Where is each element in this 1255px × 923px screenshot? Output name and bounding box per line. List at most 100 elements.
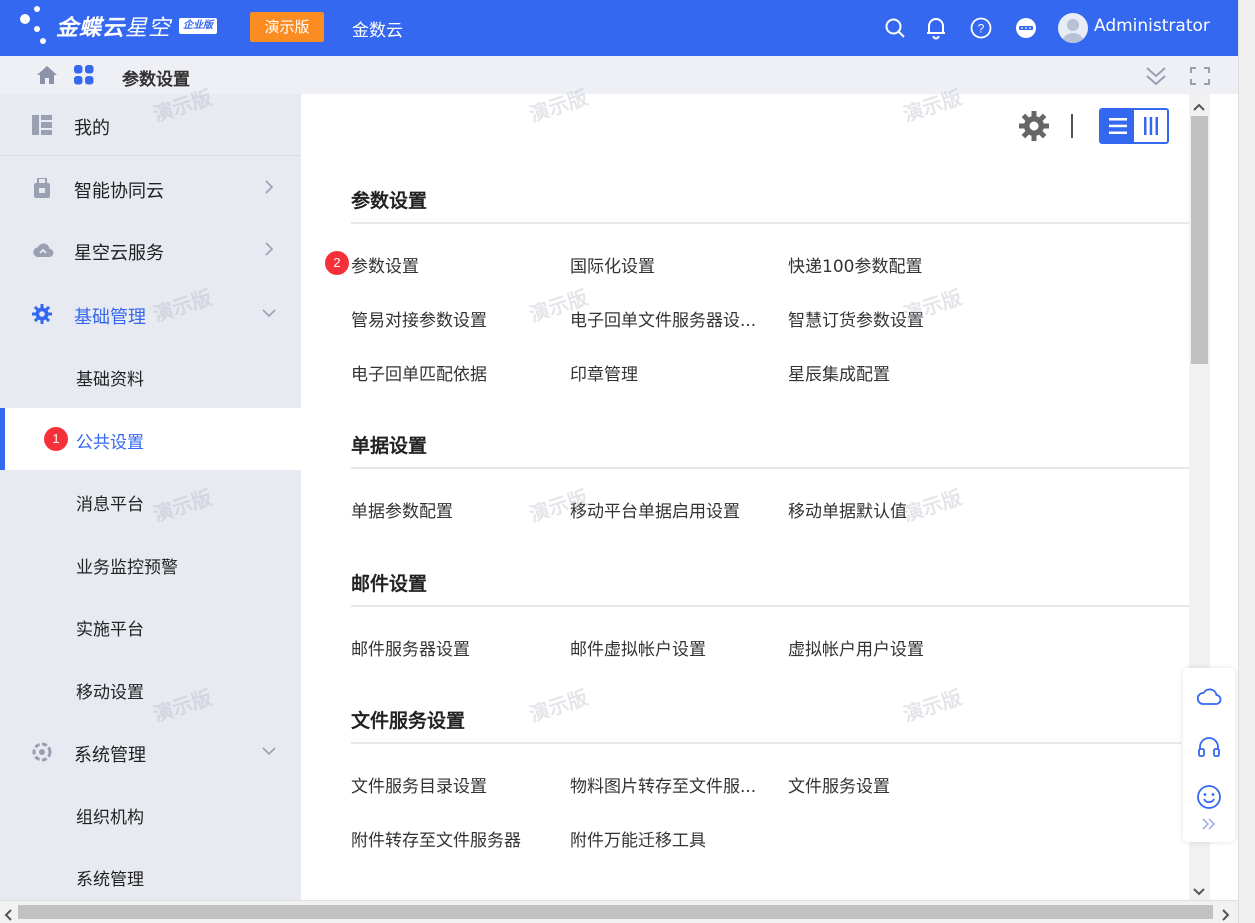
user-name[interactable]: Administrator [1094, 16, 1210, 36]
more-icon[interactable] [1014, 14, 1038, 42]
step-marker: 1 [44, 427, 68, 451]
chevron-right-icon [262, 241, 276, 256]
scroll-down-icon[interactable] [1193, 882, 1205, 901]
sidebar-item-label: 我的 [74, 118, 110, 139]
link-file-dir-settings[interactable]: 文件服务目录设置 [351, 772, 487, 797]
sidebar-item-basic-management[interactable]: 基础管理 [0, 283, 301, 345]
link-attachment-transfer[interactable]: 附件转存至文件服务器 [351, 826, 521, 851]
floating-toolbar [1183, 668, 1235, 842]
sidebar-item-public-settings[interactable]: 1 公共设置 [0, 408, 301, 470]
sidebar-item-business-monitor[interactable]: 业务监控预警 [0, 533, 301, 595]
sidebar-item-label: 移动设置 [76, 683, 144, 703]
section-divider [351, 467, 1189, 469]
link-mobile-bill-enable[interactable]: 移动平台单据启用设置 [570, 497, 740, 522]
expand-icon[interactable] [1201, 816, 1217, 832]
brand-name: 金蝶云星空 [56, 16, 172, 41]
jinshuyun-link[interactable]: 金数云 [352, 16, 403, 41]
link-ereceipt-match[interactable]: 电子回单匹配依据 [351, 360, 487, 385]
link-xingchen-config[interactable]: 星辰集成配置 [788, 360, 890, 385]
sidebar-item-label: 星空云服务 [74, 243, 164, 264]
horizontal-scrollbar[interactable] [0, 900, 1238, 923]
sidebar-item-label: 实施平台 [76, 620, 144, 640]
link-param-settings[interactable]: 参数设置 [351, 252, 419, 277]
sidebar-item-collab-cloud[interactable]: 智能协同云 [0, 157, 301, 219]
section-title: 文件服务设置 [351, 710, 466, 732]
link-ereceipt-server[interactable]: 电子回单文件服务器设... [570, 306, 756, 331]
headset-icon[interactable] [1196, 734, 1222, 760]
sidebar-item-cloud-service[interactable]: 星空云服务 [0, 219, 301, 281]
logo[interactable]: 金蝶云星空 企业版 [18, 4, 218, 48]
sidebar-item-organization[interactable]: 组织机构 [0, 783, 301, 845]
sidebar-item-mobile-settings[interactable]: 移动设置 [0, 658, 301, 720]
sidebar-item-system-management[interactable]: 系统管理 [0, 721, 301, 783]
fullscreen-icon[interactable] [1189, 66, 1211, 86]
demo-badge: 演示版 [250, 12, 324, 42]
scroll-up-icon[interactable] [1193, 97, 1205, 116]
settings-gear-icon[interactable] [1018, 110, 1050, 142]
toolbar-divider [1071, 114, 1073, 138]
link-mail-server[interactable]: 邮件服务器设置 [351, 635, 470, 660]
section-divider [351, 742, 1181, 744]
scroll-right-icon[interactable] [1222, 906, 1230, 923]
column-view-icon[interactable] [1134, 110, 1167, 142]
sidebar-item-label: 业务监控预警 [76, 558, 178, 578]
sidebar-item-message-platform[interactable]: 消息平台 [0, 470, 301, 532]
avatar[interactable] [1058, 13, 1088, 43]
gear-icon [32, 304, 52, 324]
search-icon[interactable] [883, 14, 907, 42]
link-material-image-transfer[interactable]: 物料图片转存至文件服... [570, 772, 756, 797]
section-title: 邮件设置 [351, 573, 428, 595]
dashboard-icon [32, 115, 52, 135]
page-title[interactable]: 参数设置 [122, 65, 190, 90]
link-mail-virtual-account[interactable]: 邮件虚拟帐户设置 [570, 635, 706, 660]
link-kuaidi100-config[interactable]: 快递100参数配置 [788, 252, 922, 277]
sidebar-item-mine[interactable]: 我的 [0, 94, 301, 156]
sidebar-item-label: 智能协同云 [74, 181, 164, 202]
sidebar-item-system-admin[interactable]: 系统管理 [0, 845, 301, 907]
section-divider [351, 222, 1189, 224]
sidebar-item-label: 消息平台 [76, 495, 144, 515]
feedback-smiley-icon[interactable] [1196, 784, 1222, 810]
home-icon[interactable] [36, 65, 58, 85]
sidebar-item-label: 基础管理 [74, 307, 146, 328]
logo-mark-icon [18, 4, 52, 48]
link-virtual-account-user[interactable]: 虚拟帐户用户设置 [788, 635, 924, 660]
section-divider [351, 605, 1189, 607]
sidebar-item-label: 基础资料 [76, 370, 144, 390]
link-i18n-settings[interactable]: 国际化设置 [570, 252, 655, 277]
apps-icon[interactable] [73, 65, 95, 85]
link-guanyi-settings[interactable]: 管易对接参数设置 [351, 306, 487, 331]
link-bill-param-config[interactable]: 单据参数配置 [351, 497, 453, 522]
settings-icon [32, 742, 52, 762]
chevron-down-icon [262, 305, 276, 319]
view-toggle[interactable] [1099, 108, 1169, 144]
link-attachment-migration[interactable]: 附件万能迁移工具 [570, 826, 706, 851]
main-content: 参数设置 2 参数设置 国际化设置 快递100参数配置 管易对接参数设置 电子回… [301, 94, 1189, 900]
link-smart-order-settings[interactable]: 智慧订货参数设置 [788, 306, 924, 331]
sidebar-item-basic-data[interactable]: 基础资料 [0, 345, 301, 407]
bag-icon [32, 177, 52, 198]
sidebar-item-label: 系统管理 [76, 870, 144, 890]
list-view-icon[interactable] [1101, 110, 1134, 142]
sidebar: 我的 智能协同云 星空云服务 基础管理 基础资料 1 公共设置 消息平台 业务监… [0, 94, 301, 900]
collapse-icon[interactable] [1145, 66, 1167, 86]
top-bar: 金蝶云星空 企业版 演示版 金数云 ? Administrator [0, 0, 1255, 56]
chevron-right-icon [262, 179, 276, 194]
breadcrumb: 参数设置 [0, 56, 1238, 94]
sidebar-item-implementation[interactable]: 实施平台 [0, 595, 301, 657]
link-file-service-settings[interactable]: 文件服务设置 [788, 772, 890, 797]
cloud-service-icon[interactable] [1196, 684, 1222, 710]
cloud-icon [32, 240, 54, 260]
help-icon[interactable]: ? [969, 14, 993, 42]
section-title: 单据设置 [351, 435, 428, 457]
scroll-left-icon[interactable] [4, 906, 12, 923]
sidebar-item-label: 系统管理 [74, 745, 146, 766]
scrollbar-thumb[interactable] [1191, 116, 1208, 364]
bell-icon[interactable] [924, 14, 948, 42]
link-mobile-bill-default[interactable]: 移动单据默认值 [788, 497, 907, 522]
section-title: 参数设置 [351, 190, 428, 212]
sidebar-item-label: 组织机构 [76, 808, 144, 828]
scrollbar-thumb[interactable] [18, 905, 1213, 919]
link-seal-management[interactable]: 印章管理 [570, 360, 638, 385]
sidebar-item-label: 公共设置 [76, 433, 144, 453]
